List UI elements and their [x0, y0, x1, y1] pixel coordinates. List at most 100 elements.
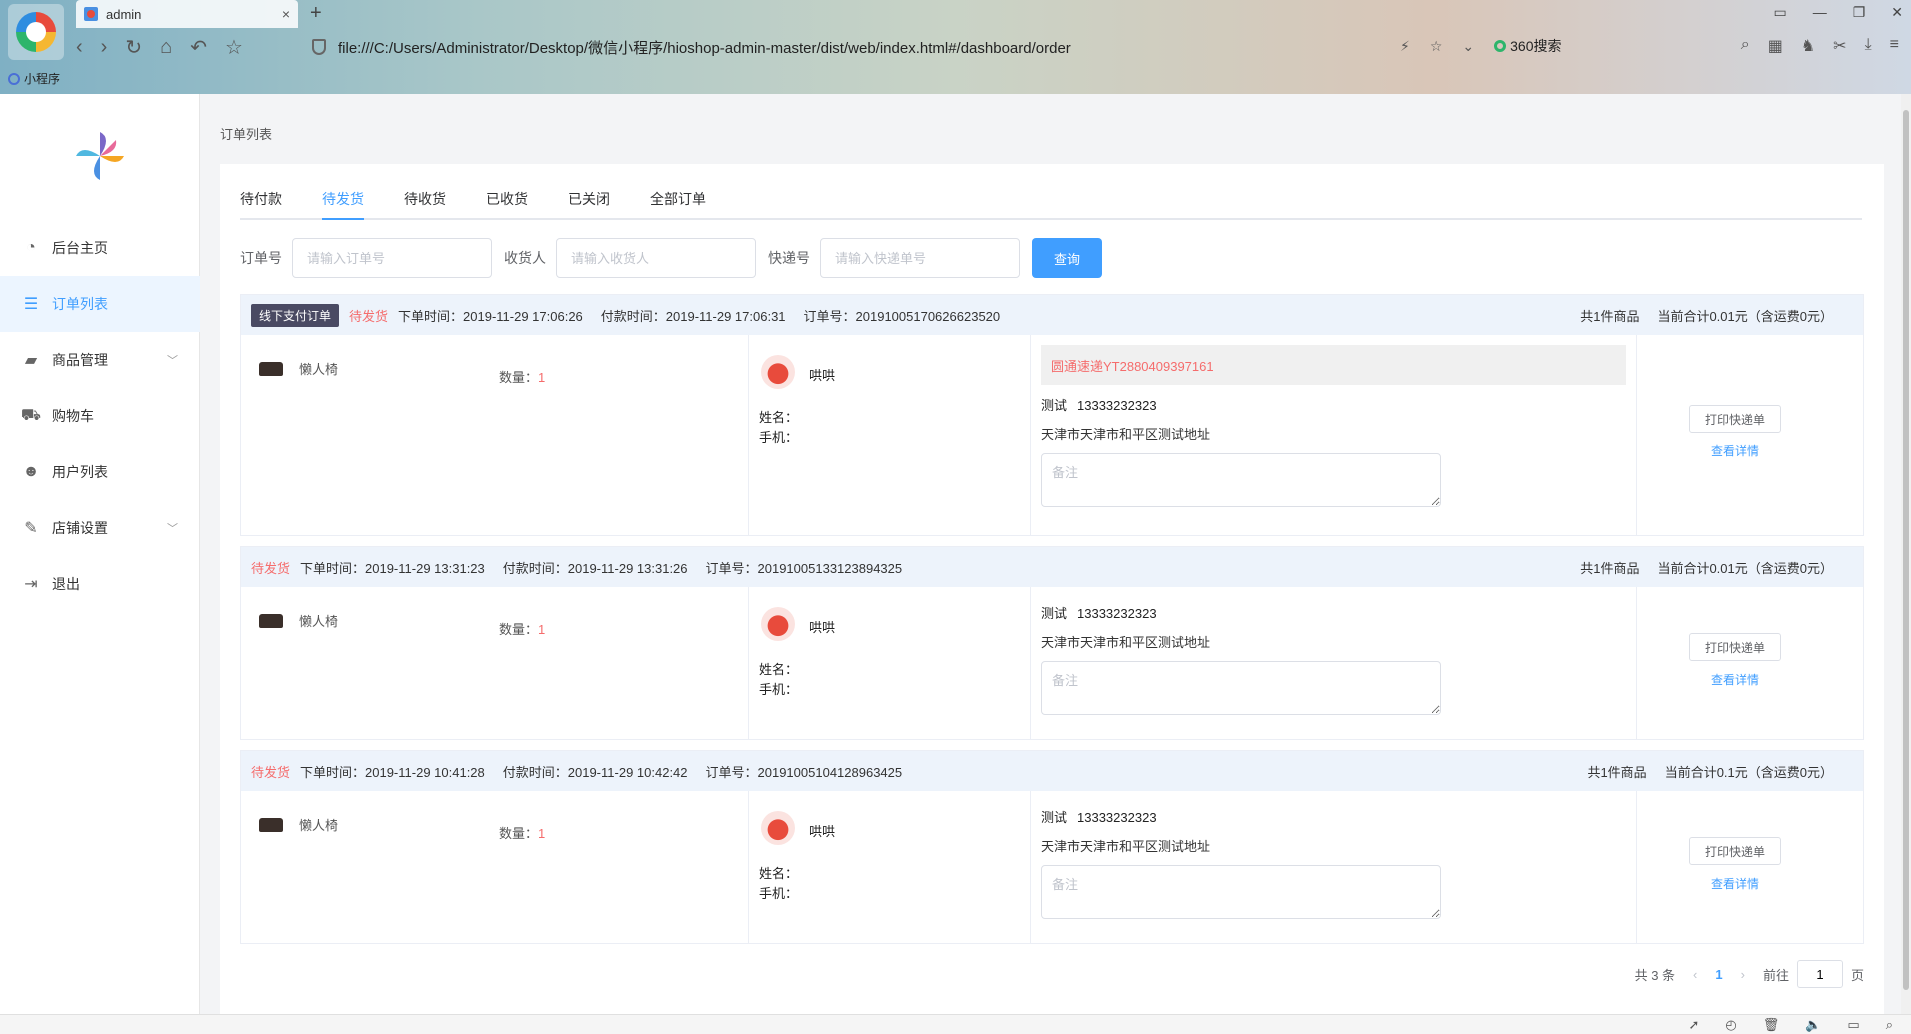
back-icon[interactable]: ‹ [76, 36, 83, 59]
window-controls: ▭ — ❐ ✕ [1773, 4, 1903, 21]
browser-logo[interactable] [8, 4, 64, 60]
pagination: 共 3 条 ‹ 1 › 前往 页 [1635, 960, 1864, 988]
tab-closed[interactable]: 已关闭 [548, 180, 630, 218]
forward-icon[interactable]: › [101, 36, 108, 59]
print-express-button[interactable]: 打印快递单 [1689, 405, 1781, 433]
goto-label: 前往 [1762, 967, 1789, 983]
goods-name: 懒人椅 [299, 362, 339, 377]
zoom-icon[interactable]: ⌕ [1886, 1017, 1893, 1033]
shipping-column: 圆通速递YT2880409397161 测试 13333232323 天津市天津市… [1031, 335, 1637, 535]
sidebar-item-orders[interactable]: ☰ 订单列表 [0, 276, 200, 332]
sidebar-item-dashboard[interactable]: ◔ 后台主页 [0, 220, 200, 276]
search-icon[interactable]: ⌕ [1741, 36, 1750, 56]
avatar [761, 607, 795, 641]
home-icon[interactable]: ⌂ [160, 36, 172, 59]
favorite-icon[interactable]: ☆ [225, 35, 243, 60]
print-express-button[interactable]: 打印快递单 [1689, 633, 1781, 661]
speed-icon[interactable]: ◴ [1725, 1017, 1736, 1033]
qty-label: 数量： [499, 370, 539, 385]
url-text[interactable]: file:///C:/Users/Administrator/Desktop/微… [338, 37, 1071, 58]
buyer-column: 哄哄 姓名： 手机： [749, 335, 1031, 535]
address-bar[interactable]: file:///C:/Users/Administrator/Desktop/微… [312, 34, 1452, 60]
reload-icon[interactable]: ↻ [125, 35, 142, 60]
tab-received[interactable]: 已收货 [466, 180, 548, 218]
download-icon[interactable]: ⤓ [1865, 36, 1872, 56]
pay-time: 付款时间：2019-11-29 17:06:31 [600, 308, 786, 324]
page-number[interactable]: 1 [1715, 967, 1722, 982]
payment-type-tag: 线下支付订单 [251, 303, 340, 327]
maximize-icon[interactable]: ❐ [1853, 4, 1866, 21]
skin-icon[interactable]: ▭ [1773, 4, 1786, 21]
menu-icon[interactable]: ≡ [1890, 36, 1899, 56]
order-total: 当前合计0.1元（含运费0元） [1664, 764, 1833, 780]
order-header: 线下支付订单 待发货 下单时间：2019-11-29 17:06:26 付款时间… [241, 295, 1863, 335]
apps-icon[interactable]: ▦ [1768, 36, 1783, 56]
print-express-button[interactable]: 打印快递单 [1689, 837, 1781, 865]
minimize-icon[interactable]: — [1813, 4, 1827, 21]
goto-page-input[interactable] [1796, 960, 1843, 988]
tab-all-orders[interactable]: 全部订单 [630, 180, 726, 218]
order-total: 当前合计0.01元（含运费0元） [1657, 560, 1833, 576]
page-scrollbar[interactable] [1901, 94, 1911, 1014]
sidebar-item-cart[interactable]: ⛟ 购物车 [0, 388, 200, 444]
order-time: 下单时间：2019-11-29 17:06:26 [398, 308, 583, 324]
bookmark-star-icon[interactable]: ☆ [1430, 38, 1443, 55]
goods-column: 懒人椅 数量：1 [241, 587, 749, 739]
buyer-phone-label: 手机： [759, 430, 799, 445]
tab-close-icon[interactable]: × [282, 6, 290, 22]
dropdown-icon[interactable]: ⌄ [1462, 38, 1474, 55]
close-window-icon[interactable]: ✕ [1891, 4, 1903, 21]
browser-tab[interactable]: admin × [76, 0, 298, 28]
volume-icon[interactable]: 🔈 [1805, 1017, 1821, 1033]
search-button[interactable]: 查询 [1032, 238, 1102, 278]
tab-unpaid[interactable]: 待付款 [240, 180, 302, 218]
filter-bar: 订单号 收货人 快递号 查询 [240, 238, 1102, 278]
consignee-input[interactable] [556, 238, 756, 278]
remark-textarea[interactable] [1041, 661, 1441, 715]
view-detail-link[interactable]: 查看详情 [1711, 875, 1759, 892]
undo-icon[interactable]: ↶ [190, 35, 207, 60]
scrollbar-thumb[interactable] [1903, 110, 1909, 990]
buyer-nickname: 哄哄 [809, 824, 836, 839]
goods-quantity: 数量：1 [499, 367, 545, 386]
sidebar-item-logout[interactable]: ⇥ 退出 [0, 556, 200, 612]
tab-to-receive[interactable]: 待收货 [384, 180, 466, 218]
window-icon[interactable]: ▭ [1847, 1017, 1859, 1033]
actions-column: 打印快递单 查看详情 [1637, 587, 1863, 739]
view-detail-link[interactable]: 查看详情 [1711, 442, 1759, 459]
game-icon[interactable]: ♞ [1801, 36, 1815, 56]
bookmark-label[interactable]: 小程序 [24, 70, 60, 87]
wrench-icon: ✎ [24, 520, 38, 537]
express-no-input[interactable] [820, 238, 1020, 278]
main-content: 订单列表 待付款 待发货 待收货 已收货 已关闭 全部订单 订单号 收货人 快递… [200, 94, 1911, 1014]
order-time: 下单时间：2019-11-29 10:41:28 [300, 764, 485, 780]
rocket-icon[interactable]: ➚ [1688, 1017, 1699, 1033]
new-tab-icon[interactable]: + [310, 2, 322, 25]
prev-page-icon[interactable]: ‹ [1693, 967, 1697, 982]
browser-status-bar: ➚ ◴ 🗑 🔈 ▭ ⌕ [0, 1014, 1911, 1034]
security-shield-icon [312, 39, 326, 55]
sidebar-item-goods[interactable]: ▰ 商品管理 ﹀ [0, 332, 200, 388]
order-status: 待发货 [251, 764, 291, 780]
search-engine[interactable]: 360搜索 [1494, 36, 1562, 56]
order-status-tabs: 待付款 待发货 待收货 已收货 已关闭 全部订单 [240, 180, 1862, 220]
bag-icon: ▰ [24, 352, 38, 369]
lightning-icon[interactable]: ⚡ [1400, 38, 1410, 55]
view-detail-link[interactable]: 查看详情 [1711, 671, 1759, 688]
bookmark-icon [8, 72, 20, 85]
buyer-phone-label: 手机： [759, 682, 799, 697]
chevron-down-icon: ﹀ [167, 523, 178, 535]
tab-to-ship[interactable]: 待发货 [302, 180, 384, 220]
sidebar: ◔ 后台主页 ☰ 订单列表 ▰ 商品管理 ﹀ ⛟ 购物车 ☻ 用户列表 ✎ 店铺… [0, 94, 200, 1014]
trash-icon[interactable]: 🗑 [1763, 1017, 1780, 1033]
scissors-icon[interactable]: ✂ [1833, 36, 1846, 56]
order-no-label: 订单号 [240, 250, 282, 266]
remark-textarea[interactable] [1041, 453, 1441, 507]
sidebar-item-users[interactable]: ☻ 用户列表 [0, 444, 200, 500]
sidebar-item-shop-settings[interactable]: ✎ 店铺设置 ﹀ [0, 500, 200, 556]
remark-textarea[interactable] [1041, 865, 1441, 919]
next-page-icon[interactable]: › [1741, 967, 1745, 982]
order-card: 线下支付订单 待发货 下单时间：2019-11-29 17:06:26 付款时间… [240, 294, 1864, 536]
sidebar-item-label: 店铺设置 [52, 520, 108, 536]
order-no-input[interactable] [292, 238, 492, 278]
